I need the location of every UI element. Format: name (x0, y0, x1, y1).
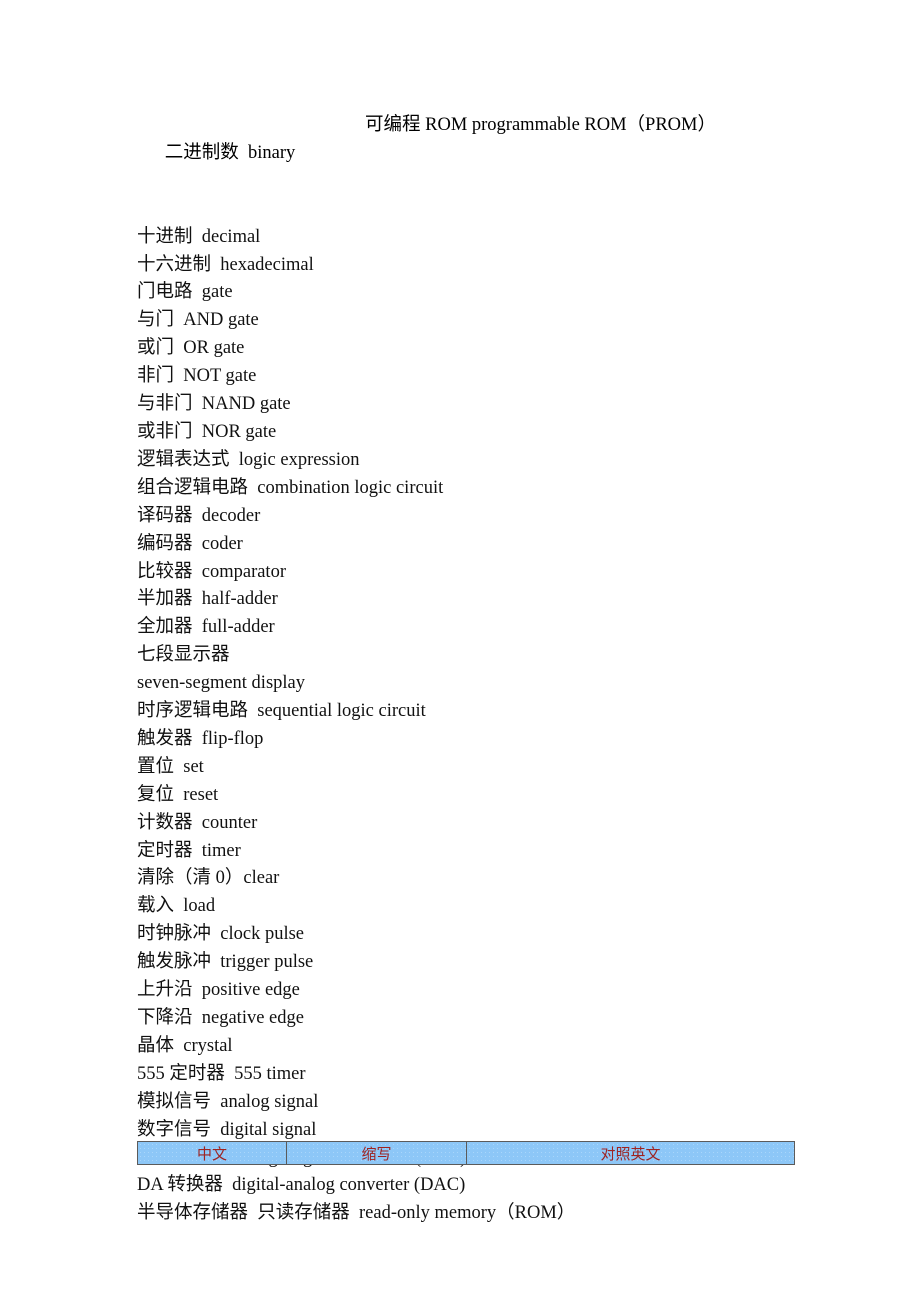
term-line-14: 半加器 half-adder (137, 589, 278, 610)
term-line-9: 逻辑表达式 logic expression (137, 449, 360, 470)
term-line-10: 组合逻辑电路 combination logic circuit (137, 477, 444, 498)
term-line-8: 或非门 NOR gate (137, 421, 277, 442)
right-column-term: 可编程 ROM programmable ROM（PROM） (365, 115, 716, 135)
glossary-term-list: 二进制数 binary 可编程 ROM programmable ROM（PRO… (137, 112, 837, 1228)
term-line-36: 半导体存储器 只读存储器 read-only memory（ROM） (137, 1203, 576, 1224)
term-line-25: 载入 load (137, 896, 216, 917)
term-line-11: 译码器 decoder (137, 505, 261, 526)
table-row: 中文 缩写 对照英文 (137, 1141, 795, 1165)
term-line-23: 定时器 timer (137, 840, 241, 861)
term-line-16: 七段显示器 (137, 645, 230, 666)
table-header-abbreviation: 缩写 (286, 1141, 467, 1165)
term-line-1: 十进制 decimal (137, 226, 261, 247)
term-line-22: 计数器 counter (137, 812, 258, 833)
term-line-7: 与非门 NAND gate (137, 394, 291, 415)
term-line-28: 上升沿 positive edge (137, 980, 300, 1001)
table-header-english: 对照英文 (466, 1141, 795, 1165)
term-line-18: 时序逻辑电路 sequential logic circuit (137, 701, 426, 722)
glossary-header-table: 中文 缩写 对照英文 (137, 1141, 795, 1165)
first-term-row: 二进制数 binary 可编程 ROM programmable ROM（PRO… (137, 112, 837, 224)
term-line-6: 非门 NOT gate (137, 366, 257, 387)
term-line-24: 清除（清 0）clear (137, 868, 280, 889)
term-line-32: 模拟信号 analog signal (137, 1091, 319, 1112)
document-page: 二进制数 binary 可编程 ROM programmable ROM（PRO… (0, 0, 920, 1302)
table-header-chinese: 中文 (137, 1141, 287, 1165)
term-line-17: seven-segment display (137, 673, 305, 694)
term-line-3: 门电路 gate (137, 282, 233, 303)
term-line-26: 时钟脉冲 clock pulse (137, 924, 304, 945)
term-line-12: 编码器 coder (137, 533, 243, 554)
term-line-30: 晶体 crystal (137, 1035, 233, 1056)
term-line-20: 置位 set (137, 756, 204, 777)
term-line-35: DA 转换器 digital-analog converter (DAC) (137, 1175, 466, 1196)
term-line-15: 全加器 full-adder (137, 617, 275, 638)
term-line-5: 或门 OR gate (137, 338, 245, 359)
term-line-29: 下降沿 negative edge (137, 1008, 304, 1028)
term-line-19: 触发器 flip-flop (137, 728, 264, 749)
term-line-2: 十六进制 hexadecimal (137, 254, 314, 275)
term-line-13: 比较器 comparator (137, 561, 286, 582)
term-line-4: 与门 AND gate (137, 310, 259, 331)
term-line-0: 二进制数 binary (164, 142, 296, 163)
term-line-31: 555 定时器 555 timer (137, 1063, 306, 1084)
term-line-21: 复位 reset (137, 784, 219, 805)
term-line-27: 触发脉冲 trigger pulse (137, 952, 314, 973)
